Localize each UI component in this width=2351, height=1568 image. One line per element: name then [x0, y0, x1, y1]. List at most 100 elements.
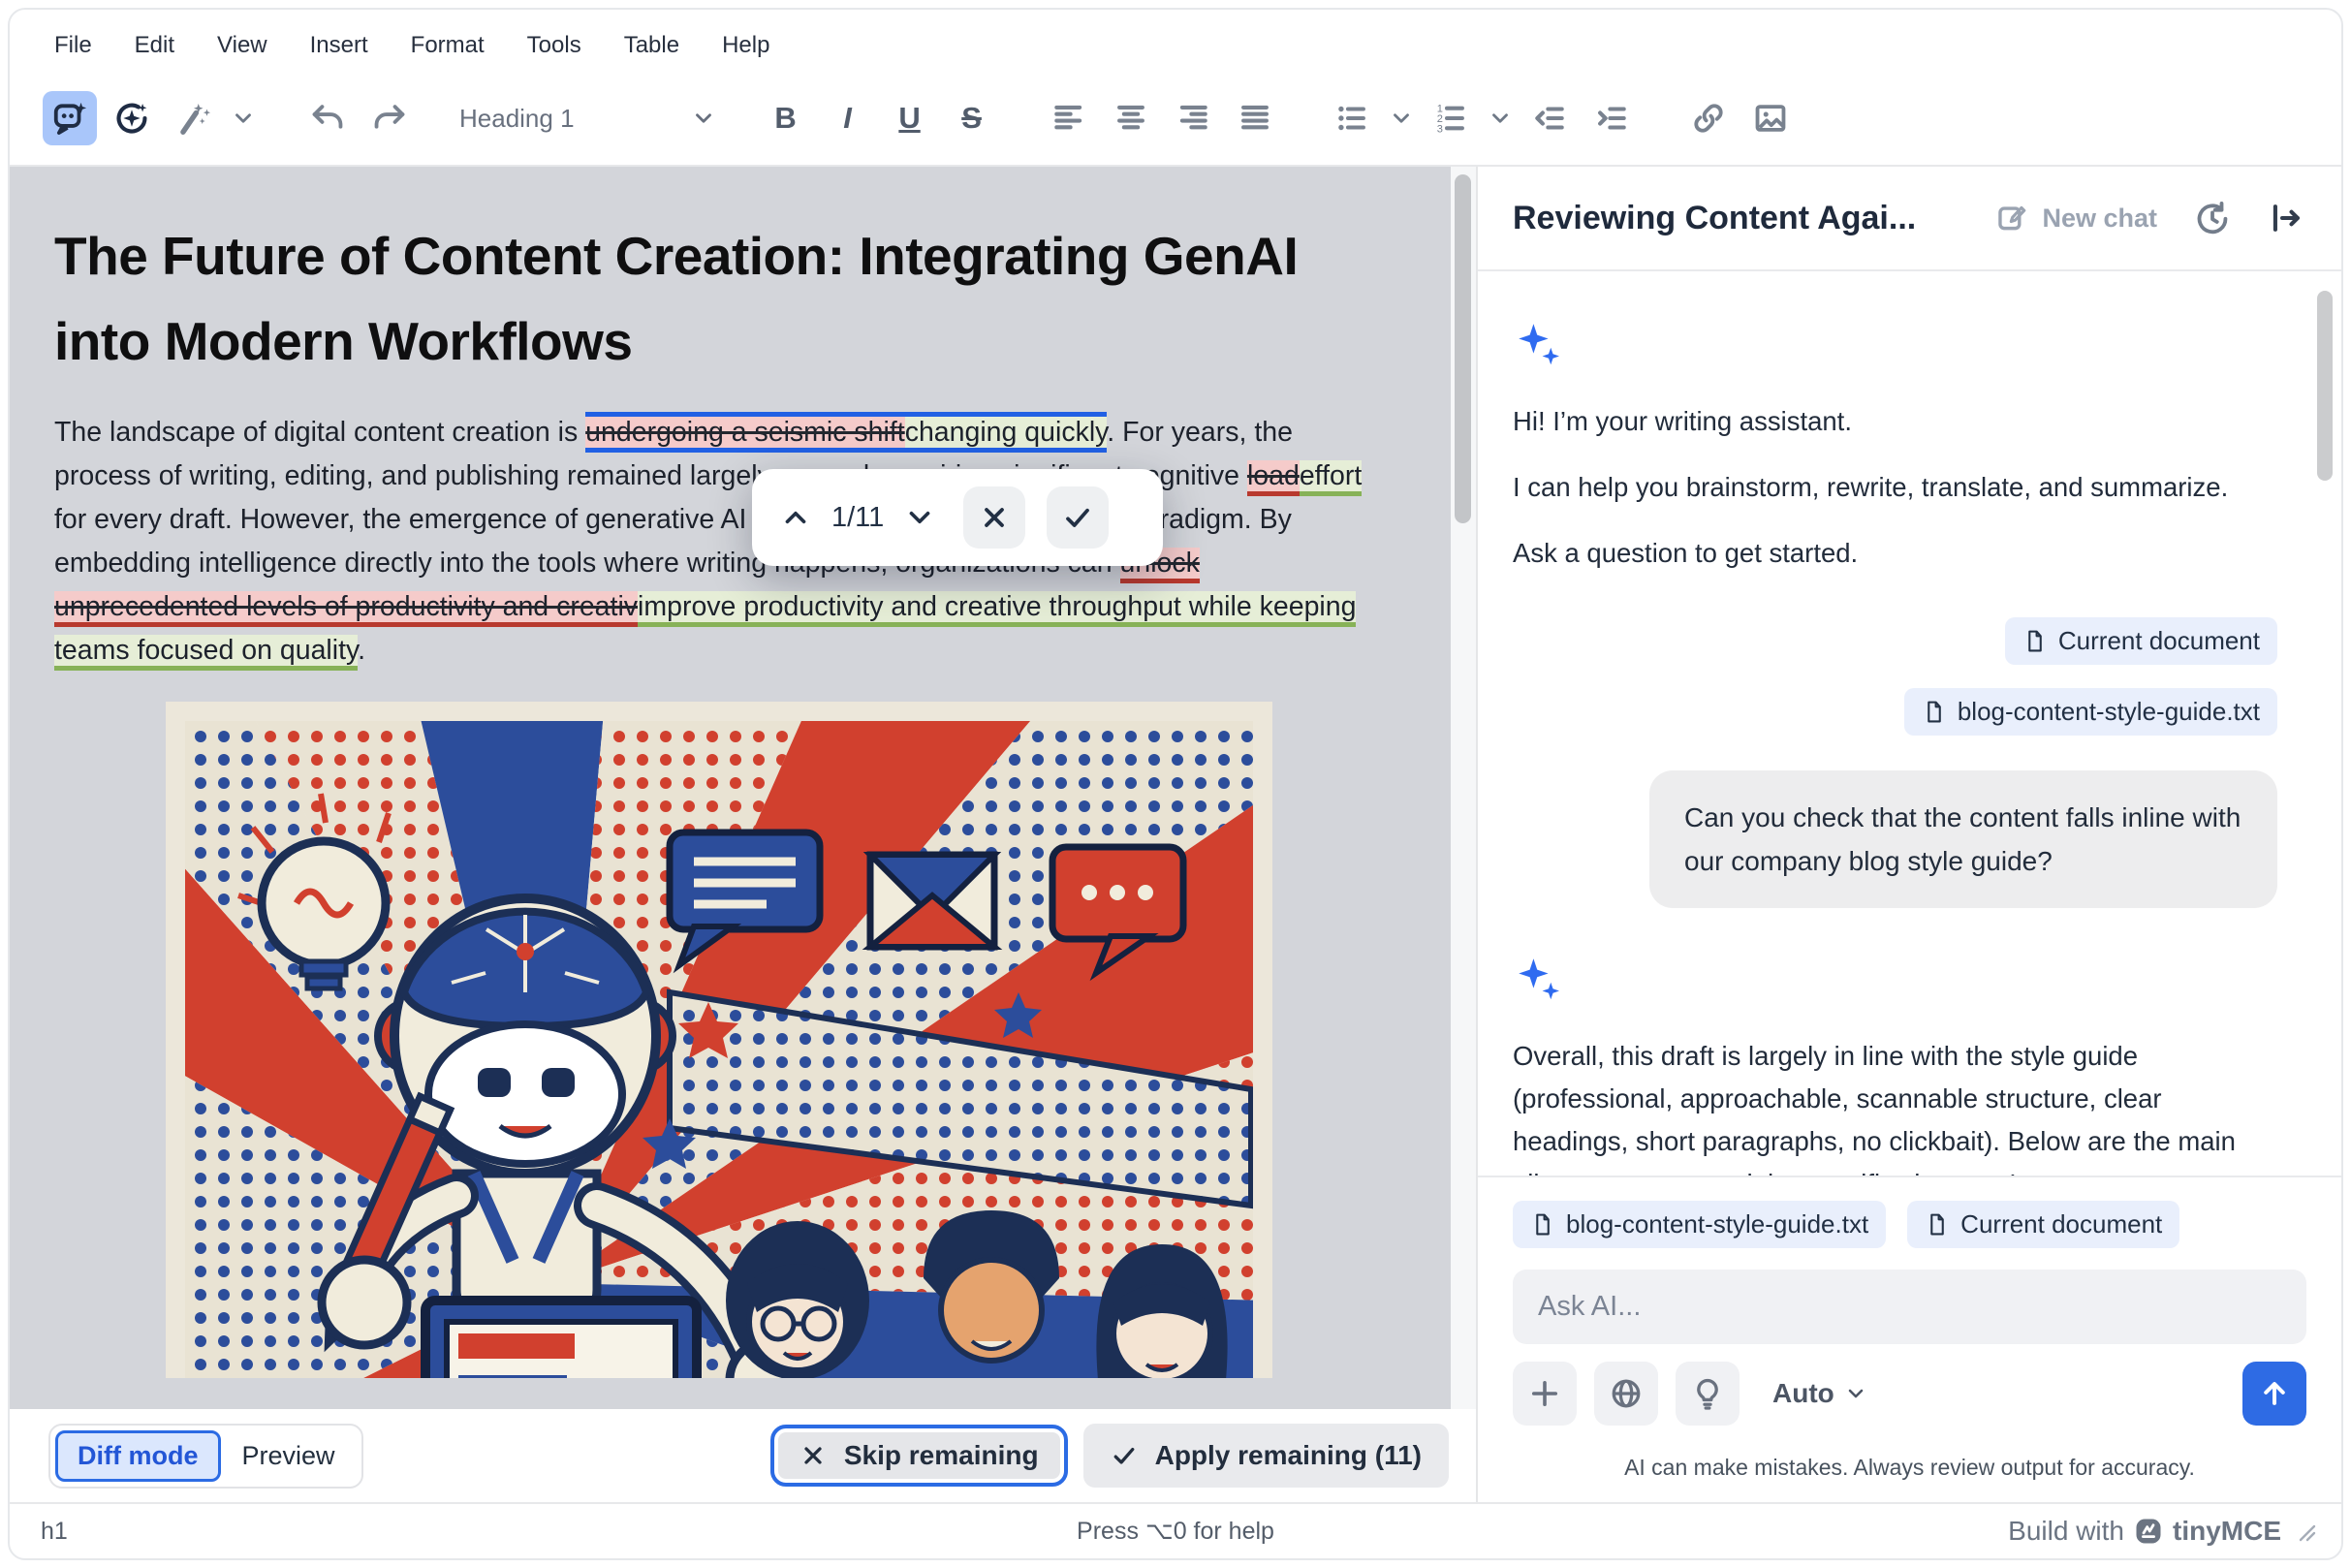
- chevron-down-icon: [691, 106, 716, 131]
- accept-change-button[interactable]: [1047, 486, 1109, 549]
- paragraph-text: .: [358, 635, 365, 666]
- document-title[interactable]: The Future of Content Creation: Integrat…: [54, 213, 1383, 384]
- new-chat-button[interactable]: New chat: [1995, 202, 2157, 235]
- brand-name: tinyMCE: [2173, 1516, 2281, 1547]
- underline-button[interactable]: U: [883, 91, 937, 145]
- chevron-down-icon: [1844, 1382, 1867, 1405]
- branding[interactable]: Build with tinyMCE: [2008, 1516, 2281, 1547]
- bold-button[interactable]: B: [759, 91, 813, 145]
- collapse-panel-button[interactable]: [2268, 200, 2304, 236]
- align-center-icon: [1113, 100, 1149, 137]
- numbered-list-button[interactable]: 123: [1424, 91, 1478, 145]
- chevron-down-icon: [903, 501, 936, 534]
- magic-wand-button[interactable]: [167, 91, 221, 145]
- context-chip-label: blog-content-style-guide.txt: [1958, 697, 2260, 727]
- editor-scrollbar[interactable]: [1451, 167, 1476, 1409]
- redo-button[interactable]: [362, 91, 417, 145]
- diff-insertion[interactable]: changing quickly: [905, 412, 1108, 453]
- document-icon: [2022, 629, 2047, 653]
- user-message-bubble: Can you check that the content falls inl…: [1649, 770, 2277, 908]
- attach-button[interactable]: [1513, 1362, 1577, 1426]
- previous-change-button[interactable]: [773, 494, 818, 541]
- assistant-paragraph: Ask a question to get started.: [1513, 532, 2277, 575]
- composer-context-chip[interactable]: blog-content-style-guide.txt: [1513, 1201, 1886, 1248]
- envelope-art: [870, 855, 994, 947]
- diff-deletion[interactable]: load: [1247, 460, 1300, 496]
- align-justify-button[interactable]: [1228, 91, 1282, 145]
- context-chip-list: Current document blog-content-style-guid…: [1513, 617, 2277, 736]
- ai-sparkle-icon: [1513, 947, 1565, 1003]
- menu-item[interactable]: View: [217, 32, 267, 59]
- document-image[interactable]: [166, 702, 1272, 1378]
- suggestions-button[interactable]: [1676, 1362, 1740, 1426]
- next-change-button[interactable]: [897, 494, 942, 541]
- align-left-button[interactable]: [1042, 91, 1096, 145]
- block-format-select[interactable]: Heading 1: [459, 104, 716, 134]
- ai-review-icon: [113, 100, 150, 137]
- mode-select[interactable]: Auto: [1772, 1378, 1867, 1409]
- diff-deletion[interactable]: undergoing a seismic shift: [585, 412, 905, 453]
- insert-image-button[interactable]: [1743, 91, 1798, 145]
- tinymce-logo-icon: [2134, 1517, 2163, 1546]
- resize-grip-icon[interactable]: [2295, 1521, 2316, 1542]
- menu-bar: File Edit View Insert Format Tools Table Help: [10, 10, 2341, 72]
- chat-title: Reviewing Content Agai...: [1513, 200, 1959, 237]
- view-mode-toggle: Diff mode Preview: [48, 1424, 363, 1489]
- element-path[interactable]: h1: [41, 1518, 68, 1546]
- x-icon: [799, 1442, 827, 1469]
- assistant-intro-message: Hi! I’m your writing assistant.I can hel…: [1513, 400, 2277, 575]
- ask-ai-input[interactable]: [1513, 1270, 2306, 1344]
- diff-mode-button[interactable]: Diff mode: [55, 1430, 221, 1482]
- bullet-list-menu-chevron[interactable]: [1387, 91, 1416, 145]
- ai-assistant-button[interactable]: [43, 91, 97, 145]
- chat-scrollbar-thumb[interactable]: [2317, 291, 2333, 481]
- menu-item[interactable]: Help: [722, 32, 769, 59]
- numbered-list-menu-chevron[interactable]: [1486, 91, 1515, 145]
- menu-item[interactable]: File: [54, 32, 92, 59]
- reject-change-button[interactable]: [963, 486, 1025, 549]
- brand-prefix: Build with: [2008, 1516, 2124, 1547]
- new-chat-label: New chat: [2042, 204, 2157, 234]
- assistant-paragraph: I can help you brainstorm, rewrite, tran…: [1513, 466, 2277, 509]
- align-right-button[interactable]: [1166, 91, 1220, 145]
- italic-button[interactable]: I: [821, 91, 875, 145]
- magic-wand-menu-chevron[interactable]: [229, 91, 258, 145]
- document-paragraph[interactable]: The landscape of digital content creatio…: [54, 411, 1383, 673]
- indent-button[interactable]: [1584, 91, 1639, 145]
- editor-scrollbar-thumb[interactable]: [1455, 174, 1471, 523]
- ai-chat-icon: [51, 100, 88, 137]
- context-chip[interactable]: Current document: [2005, 617, 2277, 665]
- bullet-list-icon: [1333, 100, 1370, 137]
- chat-history-button[interactable]: [2194, 200, 2231, 236]
- link-button[interactable]: [1681, 91, 1736, 145]
- outdent-button[interactable]: [1522, 91, 1577, 145]
- menu-item[interactable]: Edit: [135, 32, 174, 59]
- skip-remaining-button[interactable]: Skip remaining: [770, 1425, 1068, 1487]
- document-icon: [1530, 1212, 1554, 1237]
- chat-message-list[interactable]: Hi! I’m your writing assistant.I can hel…: [1478, 271, 2341, 1176]
- web-search-button[interactable]: [1594, 1362, 1658, 1426]
- strikethrough-button[interactable]: S: [945, 91, 999, 145]
- undo-button[interactable]: [300, 91, 355, 145]
- editor-canvas[interactable]: The Future of Content Creation: Integrat…: [10, 167, 1476, 1409]
- menu-item[interactable]: Table: [624, 32, 679, 59]
- send-button[interactable]: [2242, 1362, 2306, 1426]
- editor-column: The Future of Content Creation: Integrat…: [10, 167, 1476, 1502]
- align-center-button[interactable]: [1104, 91, 1158, 145]
- help-shortcut-hint: Press ⌥0 for help: [1077, 1517, 1274, 1546]
- composer-chip-label: blog-content-style-guide.txt: [1566, 1209, 1868, 1239]
- bullet-list-button[interactable]: [1325, 91, 1379, 145]
- menu-item[interactable]: Insert: [310, 32, 368, 59]
- outdent-icon: [1531, 100, 1568, 137]
- composer-chip-label: Current document: [1960, 1209, 2162, 1239]
- ai-review-button[interactable]: [105, 91, 159, 145]
- menu-item[interactable]: Tools: [527, 32, 581, 59]
- context-chip[interactable]: blog-content-style-guide.txt: [1904, 688, 2277, 736]
- composer-actions: Auto: [1513, 1362, 2306, 1426]
- preview-button[interactable]: Preview: [221, 1433, 357, 1479]
- composer-context-chip[interactable]: Current document: [1907, 1201, 2179, 1248]
- apply-remaining-button[interactable]: Apply remaining (11): [1083, 1424, 1449, 1488]
- diff-insertion[interactable]: effort: [1300, 460, 1362, 496]
- menu-item[interactable]: Format: [411, 32, 485, 59]
- align-left-icon: [1050, 100, 1087, 137]
